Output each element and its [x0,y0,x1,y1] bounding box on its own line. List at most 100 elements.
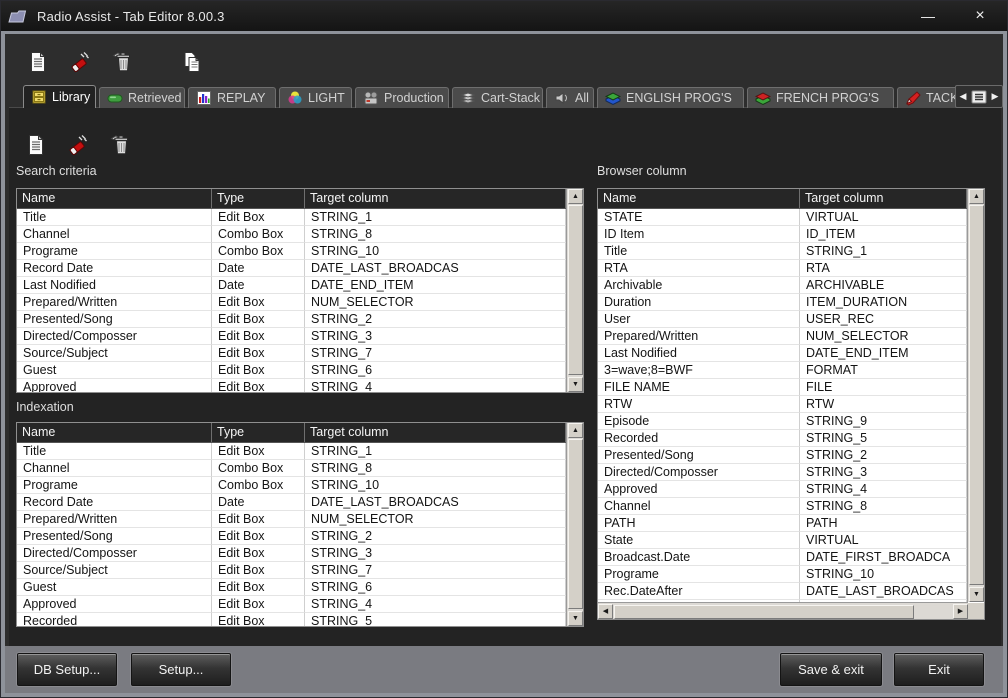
table-row[interactable]: ApprovedEdit BoxSTRING_4 [17,379,566,392]
table-row[interactable]: PATHPATH [598,515,967,532]
table-row[interactable]: Record DateDateDATE_LAST_BROADCAS [17,260,566,277]
table-row[interactable]: Last NodifiedDateDATE_END_ITEM [17,277,566,294]
column-header[interactable]: Target column [305,189,566,208]
vertical-scrollbar[interactable]: ▲▼ [967,189,984,602]
table-row[interactable]: TitleEdit BoxSTRING_1 [17,443,566,460]
table-row[interactable]: RecordedEdit BoxSTRING_5 [17,613,566,626]
scroll-up-icon[interactable]: ▲ [969,189,984,204]
table-row[interactable]: TitleEdit BoxSTRING_1 [17,209,566,226]
tab-retrieved[interactable]: Retrieved [99,87,185,108]
table-row[interactable]: RecordedSTRING_5 [598,430,967,447]
column-header[interactable]: Type [212,189,305,208]
scroll-up-icon[interactable]: ▲ [568,423,583,438]
table-row[interactable]: ChannelCombo BoxSTRING_8 [17,460,566,477]
table-row[interactable]: ArchivableARCHIVABLE [598,277,967,294]
horizontal-scrollbar[interactable]: ◀▶ [598,602,968,619]
close-button[interactable]: × [967,5,993,27]
table-row[interactable]: Rec.DateAfterDATE_LAST_BROADCAS [598,583,967,600]
table-row[interactable]: ChannelCombo BoxSTRING_8 [17,226,566,243]
table-row[interactable]: ApprovedSTRING_4 [598,481,967,498]
column-header[interactable]: Target column [305,423,566,442]
table-row[interactable]: ChannelSTRING_8 [598,498,967,515]
table-row[interactable]: EpisodeSTRING_9 [598,413,967,430]
table-row[interactable]: Prepared/WrittenEdit BoxNUM_SELECTOR [17,294,566,311]
scroll-left-icon[interactable]: ◀ [598,604,613,619]
table-row[interactable]: FILE NAMEFILE [598,379,967,396]
table-row[interactable]: ApprovedEdit BoxSTRING_4 [17,596,566,613]
table-row[interactable]: Prepared/WrittenEdit BoxNUM_SELECTOR [17,511,566,528]
table-row[interactable]: StateVIRTUAL [598,532,967,549]
delete-button[interactable] [107,132,133,158]
table-row[interactable]: Broadcast.DateDATE_FIRST_BROADCA [598,549,967,566]
table-row[interactable]: RTARTA [598,260,967,277]
scroll-right-icon[interactable]: ▶ [953,604,968,619]
table-row[interactable]: 3=wave;8=BWFFORMAT [598,362,967,379]
table-row[interactable]: RTWRTW [598,396,967,413]
delete-button[interactable] [109,49,135,75]
table-row[interactable]: GuestEdit BoxSTRING_6 [17,579,566,596]
erase-button[interactable] [65,132,91,158]
tab-scroll-left-icon[interactable]: ◀ [958,91,968,102]
tab-library[interactable]: Library [23,85,96,108]
scroll-up-icon[interactable]: ▲ [568,189,583,204]
minimize-button[interactable]: — [915,5,941,27]
copy-button[interactable] [179,49,205,75]
tab-english-prog-s[interactable]: ENGLISH PROG'S [597,87,744,108]
vertical-scroll-thumb[interactable] [969,205,984,585]
table-row[interactable]: ProgrameCombo BoxSTRING_10 [17,477,566,494]
table-row[interactable]: Directed/ComposserEdit BoxSTRING_3 [17,545,566,562]
table-row[interactable]: ProgrameSTRING_10 [598,566,967,583]
tab-label: LIGHT [308,91,345,105]
table-row[interactable]: TitleSTRING_1 [598,243,967,260]
tab-all[interactable]: All [546,87,594,108]
table-row[interactable]: Last NodifiedDATE_END_ITEM [598,345,967,362]
cell: Channel [17,460,212,477]
scroll-down-icon[interactable]: ▼ [969,587,984,602]
setup-button[interactable]: Setup... [131,653,231,686]
vertical-scroll-thumb[interactable] [568,439,583,609]
new-document-icon [27,51,49,73]
erase-button[interactable] [67,49,93,75]
new-document-button[interactable] [23,132,49,158]
tab-production[interactable]: Production [355,87,449,108]
table-row[interactable]: Presented/SongSTRING_2 [598,447,967,464]
table-row[interactable]: Directed/ComposserEdit BoxSTRING_3 [17,328,566,345]
table-row[interactable]: Presented/SongEdit BoxSTRING_2 [17,528,566,545]
retrieved-icon [107,90,123,106]
vertical-scrollbar[interactable]: ▲▼ [566,423,583,626]
table-row[interactable]: ID ItemID_ITEM [598,226,967,243]
table-row[interactable]: UserUSER_REC [598,311,967,328]
column-header[interactable]: Type [212,423,305,442]
tab-list-icon[interactable] [970,89,988,105]
table-row[interactable]: Source/SubjectEdit BoxSTRING_7 [17,562,566,579]
new-document-button[interactable] [25,49,51,75]
column-header[interactable]: Target column [800,189,967,208]
table-row[interactable]: Record DateDateDATE_LAST_BROADCAS [17,494,566,511]
save-exit-button[interactable]: Save & exit [780,653,882,686]
vertical-scrollbar[interactable]: ▲▼ [566,189,583,392]
vertical-scroll-thumb[interactable] [568,205,583,375]
column-header[interactable]: Name [598,189,800,208]
scroll-down-icon[interactable]: ▼ [568,377,583,392]
tab-cart-stack[interactable]: Cart-Stack [452,87,543,108]
db-setup-button[interactable]: DB Setup... [17,653,117,686]
table-row[interactable]: DurationITEM_DURATION [598,294,967,311]
tab-replay[interactable]: REPLAY [188,87,276,108]
tab-tack[interactable]: TACK [897,87,956,108]
horizontal-scroll-thumb[interactable] [614,605,914,619]
table-row[interactable]: Source/SubjectEdit BoxSTRING_7 [17,345,566,362]
column-header[interactable]: Name [17,189,212,208]
tab-french-prog-s[interactable]: FRENCH PROG'S [747,87,894,108]
scroll-down-icon[interactable]: ▼ [568,611,583,626]
tab-scroll-right-icon[interactable]: ▶ [990,91,1000,102]
column-header[interactable]: Name [17,423,212,442]
table-row[interactable]: Prepared/WrittenNUM_SELECTOR [598,328,967,345]
table-row[interactable]: Presented/SongEdit BoxSTRING_2 [17,311,566,328]
tab-light[interactable]: LIGHT [279,87,352,108]
production-icon [363,90,379,106]
table-row[interactable]: GuestEdit BoxSTRING_6 [17,362,566,379]
exit-button[interactable]: Exit [894,653,984,686]
table-row[interactable]: ProgrameCombo BoxSTRING_10 [17,243,566,260]
table-row[interactable]: Directed/ComposserSTRING_3 [598,464,967,481]
table-row[interactable]: STATEVIRTUAL [598,209,967,226]
